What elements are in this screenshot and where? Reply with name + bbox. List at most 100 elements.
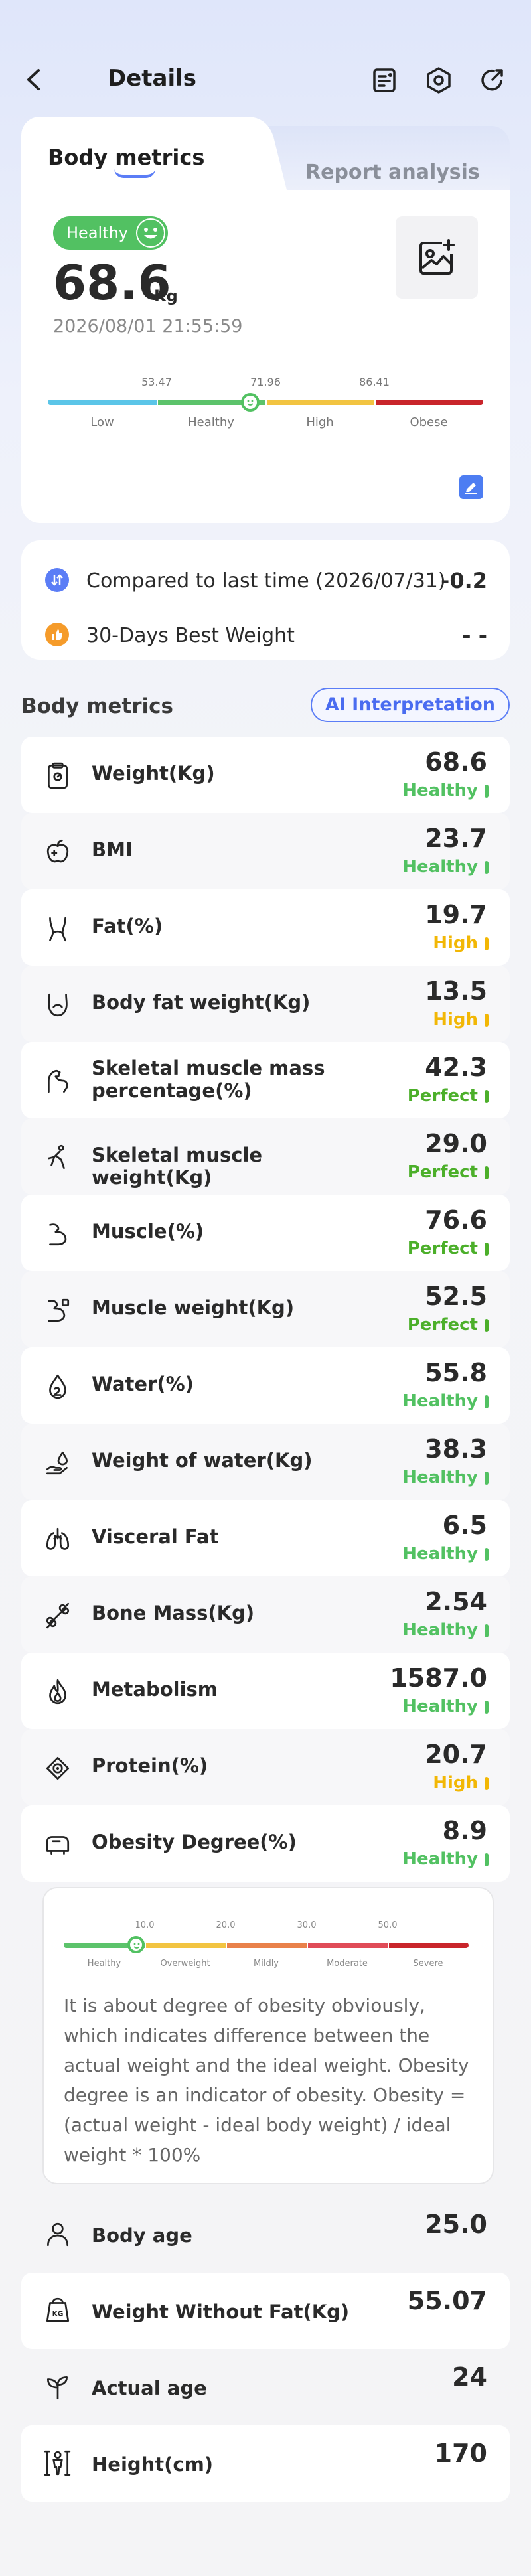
metric-name: Metabolism: [92, 1678, 218, 1701]
metric-row[interactable]: Body fat weight(Kg) 13.5 High: [21, 966, 510, 1042]
metric-name: Body age: [92, 2224, 192, 2247]
metric-status-bar: [485, 1853, 489, 1866]
water-hand-icon: [42, 1448, 73, 1478]
metric-status: Perfect: [407, 1315, 478, 1335]
metric-row[interactable]: Water(%) 55.8 Healthy: [21, 1347, 510, 1424]
metric-name: Weight(Kg): [92, 762, 215, 785]
metric-row[interactable]: Weight of water(Kg) 38.3 Healthy: [21, 1424, 510, 1500]
extra-rows: Body age 25.0 KG Weight Without Fat(Kg) …: [21, 2196, 510, 2502]
metric-name: Weight of water(Kg): [92, 1449, 313, 1472]
metric-status-bar: [485, 1624, 489, 1637]
metric-name: BMI: [92, 838, 133, 861]
metric-name: Body fat weight(Kg): [92, 991, 311, 1014]
obesity-description: It is about degree of obesity obviously,…: [64, 1995, 469, 2166]
tab-body-metrics[interactable]: Body metrics: [48, 145, 204, 170]
metric-status: High: [433, 1010, 478, 1029]
metric-row[interactable]: Bone Mass(Kg) 2.54 Healthy: [21, 1576, 510, 1653]
compare-icon: [45, 568, 69, 592]
metric-name: Obesity Degree(%): [92, 1831, 297, 1853]
back-button[interactable]: [19, 65, 48, 94]
scale-range-label: Moderate: [327, 1959, 368, 1969]
metric-value: 52.5: [425, 1282, 487, 1311]
metric-name: Height(cm): [92, 2453, 214, 2476]
metric-value: 19.7: [425, 900, 487, 929]
metric-row[interactable]: Obesity Degree(%) 8.9 Healthy: [21, 1805, 510, 1882]
metric-status: Perfect: [407, 1086, 478, 1106]
scale-range-label: High: [306, 416, 334, 429]
metric-value: 23.7: [425, 824, 487, 853]
metric-status-bar: [485, 1090, 489, 1103]
ai-interpretation-button[interactable]: AI Interpretation: [310, 688, 510, 722]
metric-status: Healthy: [402, 1620, 478, 1640]
flame-icon: [42, 1677, 73, 1707]
metric-status: Healthy: [402, 1697, 478, 1716]
metric-row[interactable]: Metabolism 1587.0 Healthy: [21, 1653, 510, 1729]
metric-value: 6.5: [442, 1511, 487, 1540]
metric-status-bar: [485, 1014, 489, 1027]
back-arrow-icon: [27, 69, 40, 90]
metric-status-bar: [485, 1166, 489, 1179]
metric-name: Protein(%): [92, 1754, 208, 1777]
report-icon: [373, 68, 396, 92]
metric-status: Perfect: [407, 1162, 478, 1182]
arm-muscle-icon: [42, 1066, 73, 1097]
metric-status: Perfect: [407, 1239, 478, 1258]
metric-row[interactable]: BMI 23.7 Healthy: [21, 813, 510, 889]
metric-name: Skeletal muscle weight(Kg): [92, 1144, 263, 1189]
metric-value: 24: [452, 2362, 487, 2391]
metric-status-bar: [485, 1243, 489, 1256]
pencil-icon: [463, 479, 479, 495]
person-icon: [42, 2219, 73, 2249]
obesity-range-scale: 10.0 20.0 30.0 50.0 Healthy Overweight Mildly M…: [64, 1920, 469, 1980]
metric-row[interactable]: Skeletal muscle weight(Kg) 29.0 Perfect: [21, 1118, 510, 1195]
extra-metric-row[interactable]: Actual age 24: [21, 2349, 510, 2425]
extra-metric-row[interactable]: KG Weight Without Fat(Kg) 55.07: [21, 2273, 510, 2349]
hexagon-settings-icon: [427, 67, 451, 94]
edit-button[interactable]: [459, 475, 483, 499]
scale-icon: [42, 761, 73, 791]
scale-tick-label: 71.96: [250, 376, 281, 388]
scale-tick-label: 50.0: [378, 1920, 398, 1930]
add-photo-button[interactable]: [396, 216, 478, 299]
kg-weight-icon: KG: [42, 2295, 73, 2326]
metric-status-bar: [485, 861, 489, 874]
lungs-icon: [42, 1524, 73, 1554]
metric-value: 55.8: [425, 1358, 487, 1387]
metric-row[interactable]: Muscle(%) 76.6 Perfect: [21, 1195, 510, 1271]
metric-row[interactable]: Visceral Fat 6.5 Healthy: [21, 1500, 510, 1576]
scale-tick-label: 86.41: [359, 376, 390, 388]
extra-metric-row[interactable]: Body age 25.0: [21, 2196, 510, 2273]
report-button[interactable]: [368, 64, 401, 97]
metric-status: Healthy: [402, 857, 478, 877]
compare-last-row[interactable]: Compared to last time (2026/07/31) -0.2: [21, 559, 510, 599]
height-icon: [42, 2448, 73, 2478]
settings-button[interactable]: [422, 64, 455, 97]
apple-icon: [42, 837, 73, 868]
metric-row[interactable]: Protein(%) 20.7 High: [21, 1729, 510, 1805]
scale-range-label: Overweight: [160, 1959, 210, 1969]
compare-last-label: Compared to last time (2026/07/31): [86, 569, 446, 593]
metric-name: Skeletal muscle mass percentage(%): [92, 1057, 325, 1102]
metric-status: Healthy: [402, 1468, 478, 1487]
weight-unit: Kg: [154, 287, 178, 305]
scale-segment: [146, 1943, 226, 1948]
protein-icon: [42, 1753, 73, 1783]
metric-row[interactable]: Muscle weight(Kg) 52.5 Perfect: [21, 1271, 510, 1347]
metric-row[interactable]: Weight(Kg) 68.6 Healthy: [21, 737, 510, 813]
tab-underline: [114, 169, 155, 178]
metric-value: 68.6: [425, 747, 487, 777]
metric-status: Healthy: [402, 1391, 478, 1411]
scale-segment: [376, 400, 483, 405]
metric-name: Bone Mass(Kg): [92, 1602, 255, 1624]
best-weight-row[interactable]: 30-Days Best Weight - -: [21, 613, 510, 653]
status-badge: Healthy: [53, 216, 168, 250]
share-button[interactable]: [475, 64, 508, 97]
metric-row[interactable]: Skeletal muscle mass percentage(%) 42.3 …: [21, 1042, 510, 1118]
metric-value: 55.07: [407, 2286, 487, 2315]
summary-card: Report analysis Body metrics Healthy 68.…: [21, 117, 510, 523]
extra-metric-row[interactable]: Height(cm) 170: [21, 2425, 510, 2502]
scale-segment: [48, 400, 157, 405]
metric-status-bar: [485, 1548, 489, 1561]
metric-row[interactable]: Fat(%) 19.7 High: [21, 889, 510, 966]
scale-segment: [267, 400, 374, 405]
